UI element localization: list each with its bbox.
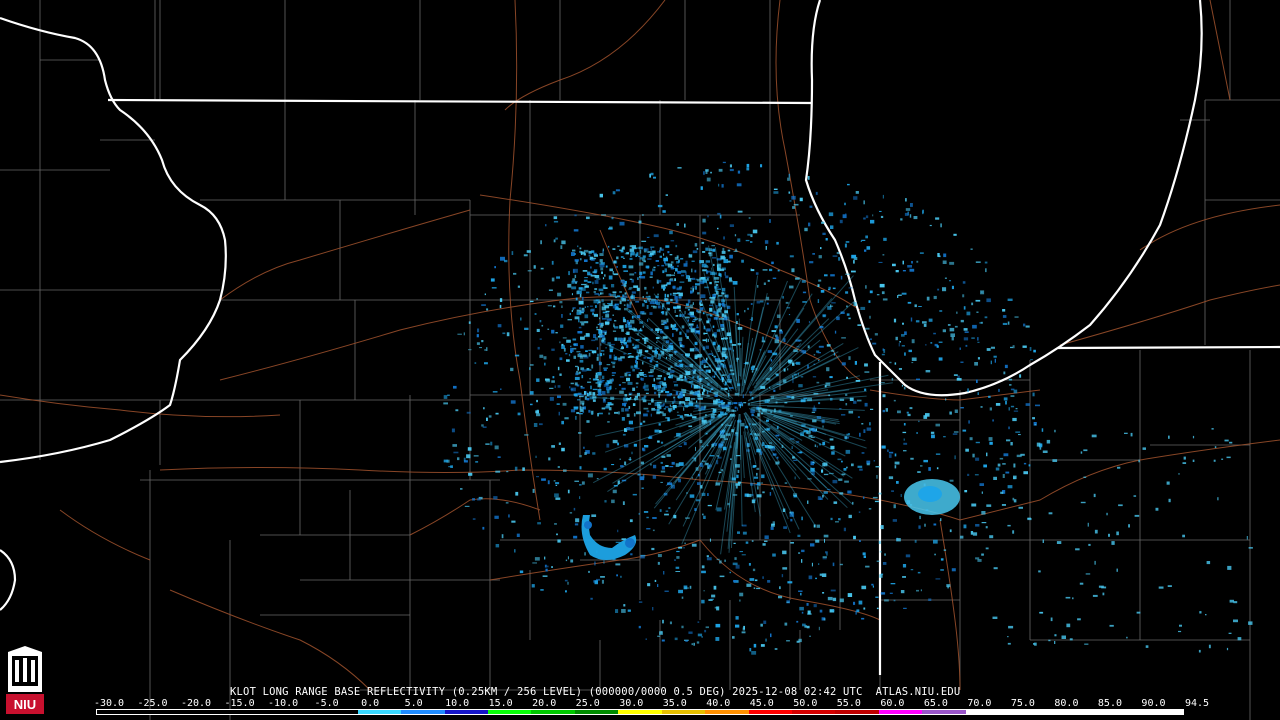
colorbar-segment [1052,710,1097,714]
niu-castle-logo: NIU [6,646,44,714]
colorbar-segment [1096,710,1140,714]
colorbar-tick-label: -10.0 [268,698,299,709]
colorbar-tick-label: 10.0 [445,698,470,709]
colorbar-tick-label: 45.0 [749,698,774,709]
colorbar-tick-label: 25.0 [575,698,600,709]
colorbar-tick-label: 85.0 [1097,698,1122,709]
colorbar-segment [140,710,184,714]
colorbar-segment [661,710,706,714]
logo-text: NIU [14,697,36,712]
colorbar-segment [444,710,488,714]
storm-cell-east [904,479,960,515]
colorbar-tick-label: -30.0 [93,698,125,709]
colorbar-tick-labels: -30.0 -25.0 -20.0 -15.0 -10.0 -5.0 0.0 5.0 10.0 1… [93,698,1209,709]
product-caption: KLOT LONG RANGE BASE REFLECTIVITY (0.25K… [230,686,961,698]
colorbar-segment [357,710,402,714]
colorbar-segment [401,710,445,714]
colorbar-tick-label: 0.0 [361,698,380,709]
colorbar-tick-label: -25.0 [137,698,168,709]
colorbar-tick-label: 94.5 [1184,698,1210,709]
colorbar-tick-label: 35.0 [662,698,687,709]
colorbar-segment [965,710,1010,714]
colorbar-tick-label: 40.0 [706,698,731,709]
colorbar-tick-label: 50.0 [793,698,818,709]
colorbar-segment [314,710,358,714]
colorbar-segment [1139,710,1183,714]
colorbar-segment [618,710,662,714]
colorbar-segment [835,710,879,714]
colorbar-tick-label: -20.0 [180,698,212,709]
colorbar-tick-label: 75.0 [1010,698,1035,709]
colorbar-segment [922,710,966,714]
radar-map [0,0,1280,720]
colorbar-segment [792,710,836,714]
colorbar-segment [227,710,271,714]
colorbar-tick-label: -5.0 [314,698,339,709]
colorbar-tick-label: 80.0 [1054,698,1079,709]
colorbar-tick-label: -15.0 [224,698,255,709]
colorbar-tick-label: 90.0 [1141,698,1166,709]
colorbar-tick-label: 65.0 [923,698,948,709]
colorbar-segment [531,710,575,714]
colorbar-segment [270,710,315,714]
colorbar-tick-label: 5.0 [404,698,423,709]
colorbar-segment [748,710,792,714]
reflectivity-colorbar [96,709,1184,715]
colorbar-segment [1009,710,1053,714]
colorbar-segment [574,710,619,714]
colorbar-tick-label: 20.0 [532,698,557,709]
colorbar-tick-label: 55.0 [836,698,861,709]
colorbar-tick-label: 60.0 [880,698,905,709]
colorbar-segment [878,710,923,714]
colorbar-tick-label: 15.0 [488,698,513,709]
colorbar-tick-label: 70.0 [967,698,992,709]
colorbar-segment [705,710,749,714]
colorbar-segment [487,710,532,714]
colorbar-segment [97,710,141,714]
colorbar-segment [183,710,228,714]
colorbar-tick-label: 30.0 [619,698,644,709]
